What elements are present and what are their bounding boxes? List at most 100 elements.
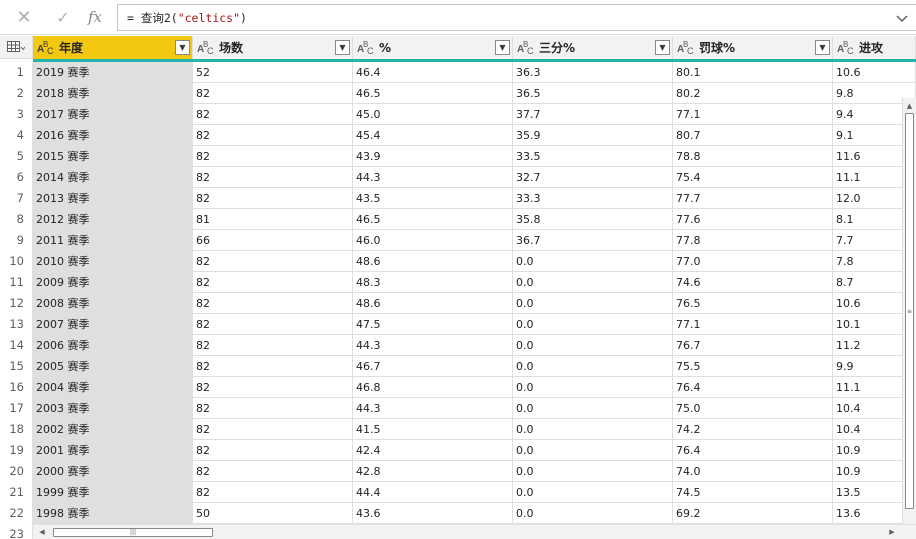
table-cell[interactable]: 0.0 xyxy=(513,419,673,440)
row-number[interactable]: 17 xyxy=(0,398,33,419)
table-cell[interactable]: 10.6 xyxy=(833,62,916,83)
table-cell[interactable]: 82 xyxy=(193,440,353,461)
table-cell[interactable]: 82 xyxy=(193,419,353,440)
filter-dropdown-icon[interactable]: ▼ xyxy=(495,40,510,55)
table-cell[interactable]: 36.5 xyxy=(513,83,673,104)
table-cell[interactable]: 77.1 xyxy=(673,314,833,335)
table-cell[interactable]: 74.0 xyxy=(673,461,833,482)
table-cell[interactable]: 46.0 xyxy=(353,230,513,251)
close-icon[interactable]: ✕ xyxy=(13,6,35,28)
table-cell[interactable]: 33.3 xyxy=(513,188,673,209)
table-cell[interactable]: 82 xyxy=(193,335,353,356)
table-menu-icon[interactable] xyxy=(0,36,33,59)
text-type-icon[interactable]: ABC xyxy=(356,40,376,56)
text-type-icon[interactable]: ABC xyxy=(676,40,696,56)
horizontal-scrollbar[interactable]: ◀ ||| ▶ xyxy=(33,524,916,539)
table-cell[interactable]: 0.0 xyxy=(513,503,673,524)
table-cell[interactable]: 50 xyxy=(193,503,353,524)
row-number[interactable]: 14 xyxy=(0,335,33,356)
table-cell[interactable]: 2007 赛季 xyxy=(33,314,193,335)
table-cell[interactable]: 42.8 xyxy=(353,461,513,482)
table-cell[interactable]: 0.0 xyxy=(513,461,673,482)
table-cell[interactable]: 66 xyxy=(193,230,353,251)
table-cell[interactable]: 82 xyxy=(193,461,353,482)
table-cell[interactable]: 82 xyxy=(193,293,353,314)
table-cell[interactable]: 2018 赛季 xyxy=(33,83,193,104)
table-cell[interactable]: 82 xyxy=(193,188,353,209)
row-number[interactable]: 2 xyxy=(0,83,33,104)
table-cell[interactable]: 1999 赛季 xyxy=(33,482,193,503)
row-number[interactable]: 19 xyxy=(0,440,33,461)
table-cell[interactable]: 2000 赛季 xyxy=(33,461,193,482)
table-cell[interactable]: 0.0 xyxy=(513,356,673,377)
table-cell[interactable]: 0.0 xyxy=(513,482,673,503)
table-cell[interactable]: 32.7 xyxy=(513,167,673,188)
table-cell[interactable]: 43.5 xyxy=(353,188,513,209)
scroll-right-icon[interactable]: ▶ xyxy=(886,526,898,538)
table-cell[interactable]: 1998 赛季 xyxy=(33,503,193,524)
row-number[interactable]: 21 xyxy=(0,482,33,503)
table-cell[interactable]: 76.5 xyxy=(673,293,833,314)
row-number[interactable]: 3 xyxy=(0,104,33,125)
text-type-icon[interactable]: ABC xyxy=(836,40,856,56)
table-cell[interactable]: 82 xyxy=(193,167,353,188)
table-cell[interactable]: 48.6 xyxy=(353,293,513,314)
table-cell[interactable]: 77.1 xyxy=(673,104,833,125)
table-cell[interactable]: 2009 赛季 xyxy=(33,272,193,293)
column-header[interactable]: A B C 年度 ▼ xyxy=(33,36,193,59)
table-cell[interactable]: 2003 赛季 xyxy=(33,398,193,419)
column-header[interactable]: A B C 罚球% ▼ xyxy=(673,36,833,59)
table-cell[interactable]: 77.7 xyxy=(673,188,833,209)
table-cell[interactable]: 47.5 xyxy=(353,314,513,335)
chevron-down-icon[interactable] xyxy=(894,11,910,27)
table-cell[interactable]: 0.0 xyxy=(513,440,673,461)
table-cell[interactable]: 2006 赛季 xyxy=(33,335,193,356)
table-cell[interactable]: 44.3 xyxy=(353,335,513,356)
text-type-icon[interactable]: ABC xyxy=(36,40,56,56)
table-cell[interactable]: 45.0 xyxy=(353,104,513,125)
table-cell[interactable]: 37.7 xyxy=(513,104,673,125)
table-cell[interactable]: 76.7 xyxy=(673,335,833,356)
check-icon[interactable]: ✓ xyxy=(52,6,74,28)
table-cell[interactable]: 48.3 xyxy=(353,272,513,293)
table-cell[interactable]: 2010 赛季 xyxy=(33,251,193,272)
table-cell[interactable]: 33.5 xyxy=(513,146,673,167)
row-number[interactable]: 9 xyxy=(0,230,33,251)
row-number[interactable]: 8 xyxy=(0,209,33,230)
table-cell[interactable]: 2014 赛季 xyxy=(33,167,193,188)
fx-icon[interactable]: fx xyxy=(84,6,106,28)
table-cell[interactable]: 42.4 xyxy=(353,440,513,461)
row-number[interactable]: 4 xyxy=(0,125,33,146)
table-cell[interactable]: 82 xyxy=(193,104,353,125)
row-number[interactable]: 6 xyxy=(0,167,33,188)
table-cell[interactable]: 46.5 xyxy=(353,209,513,230)
table-cell[interactable]: 76.4 xyxy=(673,377,833,398)
text-type-icon[interactable]: ABC xyxy=(516,40,536,56)
table-cell[interactable]: 2004 赛季 xyxy=(33,377,193,398)
table-cell[interactable]: 2015 赛季 xyxy=(33,146,193,167)
row-number[interactable]: 5 xyxy=(0,146,33,167)
table-cell[interactable]: 44.3 xyxy=(353,398,513,419)
table-cell[interactable]: 82 xyxy=(193,377,353,398)
table-cell[interactable]: 82 xyxy=(193,125,353,146)
table-cell[interactable]: 82 xyxy=(193,146,353,167)
table-cell[interactable]: 2001 赛季 xyxy=(33,440,193,461)
table-cell[interactable]: 36.3 xyxy=(513,62,673,83)
table-cell[interactable]: 43.6 xyxy=(353,503,513,524)
column-header[interactable]: A B C 场数 ▼ xyxy=(193,36,353,59)
table-cell[interactable]: 78.8 xyxy=(673,146,833,167)
row-number[interactable]: 18 xyxy=(0,419,33,440)
table-cell[interactable]: 81 xyxy=(193,209,353,230)
table-cell[interactable]: 2005 赛季 xyxy=(33,356,193,377)
table-cell[interactable]: 77.0 xyxy=(673,251,833,272)
table-cell[interactable]: 77.6 xyxy=(673,209,833,230)
table-cell[interactable]: 0.0 xyxy=(513,335,673,356)
table-cell[interactable]: 74.2 xyxy=(673,419,833,440)
table-cell[interactable]: 82 xyxy=(193,356,353,377)
table-cell[interactable]: 45.4 xyxy=(353,125,513,146)
scroll-left-icon[interactable]: ◀ xyxy=(36,526,48,538)
row-number[interactable]: 7 xyxy=(0,188,33,209)
table-cell[interactable]: 0.0 xyxy=(513,272,673,293)
table-cell[interactable]: 46.4 xyxy=(353,62,513,83)
row-number[interactable]: 12 xyxy=(0,293,33,314)
